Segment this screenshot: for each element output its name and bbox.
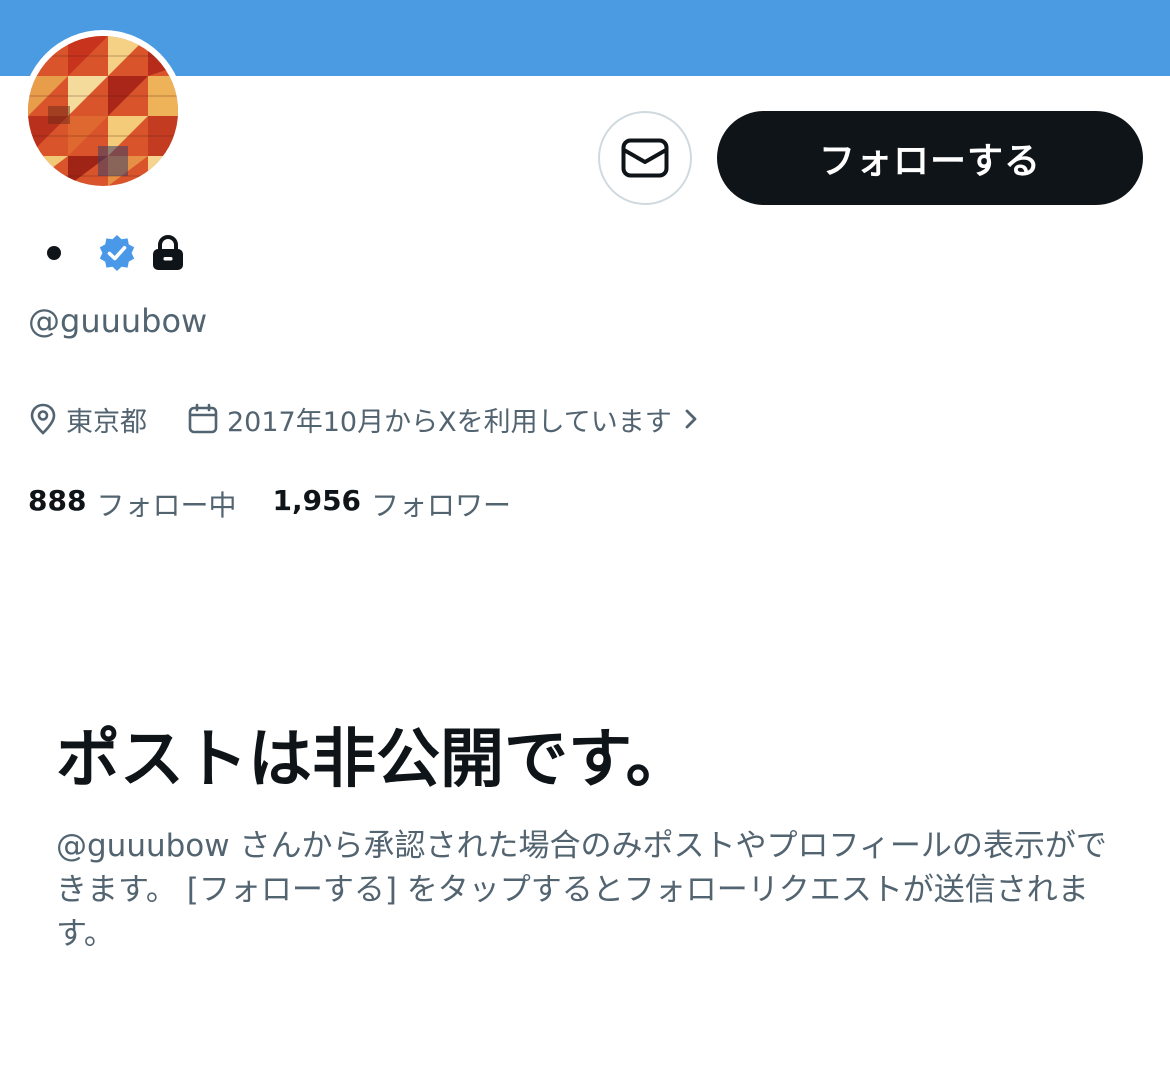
follow-button[interactable]: フォローする xyxy=(717,111,1143,205)
calendar-icon xyxy=(187,403,219,435)
avatar-image xyxy=(28,36,178,186)
followers-link[interactable]: 1,956 フォロワー xyxy=(272,484,511,524)
followers-label: フォロワー xyxy=(371,489,512,522)
display-name xyxy=(47,246,61,260)
envelope-icon xyxy=(621,138,669,178)
profile-handle: @guuubow xyxy=(28,302,208,340)
joined-date-link[interactable]: 2017年10月からXを利用しています xyxy=(227,400,672,439)
private-posts-title: ポストは非公開です。 xyxy=(56,723,690,797)
following-label: フォロー中 xyxy=(96,489,237,522)
profile-meta: 東京都 2017年10月からXを利用しています xyxy=(28,398,700,440)
lock-icon xyxy=(151,234,185,272)
follow-stats: 888 フォロー中 1,956 フォロワー xyxy=(28,484,511,524)
location-pin-icon xyxy=(28,402,58,436)
avatar[interactable] xyxy=(22,30,184,192)
display-name-row: • xyxy=(44,232,185,274)
followers-count: 1,956 xyxy=(272,484,362,517)
following-count: 888 xyxy=(28,484,87,517)
message-button[interactable] xyxy=(598,111,692,205)
location-text: 東京都 xyxy=(66,406,147,438)
verified-badge-icon[interactable] xyxy=(97,233,137,273)
chevron-right-icon[interactable] xyxy=(682,406,700,432)
private-posts-description: @guuubow さんから承認された場合のみポストやプロフィールの表示ができます… xyxy=(56,828,1107,952)
profile-banner[interactable] xyxy=(0,0,1170,76)
following-link[interactable]: 888 フォロー中 xyxy=(28,484,236,524)
